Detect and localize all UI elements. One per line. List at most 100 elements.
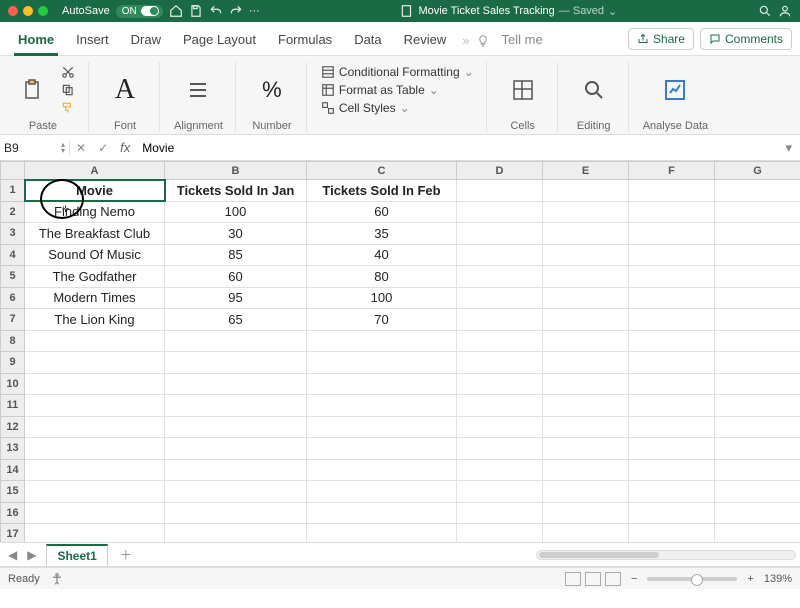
add-sheet-button[interactable]: ＋ <box>114 546 138 563</box>
redo-icon[interactable] <box>229 4 243 18</box>
analyse-data-button[interactable] <box>653 77 697 103</box>
cell[interactable] <box>165 481 307 503</box>
home-icon[interactable] <box>169 4 183 18</box>
alignment-button[interactable] <box>176 77 220 103</box>
cell-C6[interactable]: 100 <box>307 287 457 309</box>
cell[interactable] <box>543 416 629 438</box>
cell[interactable] <box>25 373 165 395</box>
cell-A4[interactable]: Sound Of Music <box>25 244 165 266</box>
cell-B3[interactable]: 30 <box>165 223 307 245</box>
tab-review[interactable]: Review <box>394 26 457 55</box>
cell-C4[interactable]: 40 <box>307 244 457 266</box>
cell-C7[interactable]: 70 <box>307 309 457 331</box>
cell[interactable] <box>543 502 629 524</box>
paste-button[interactable] <box>10 77 54 103</box>
cell-A3[interactable]: The Breakfast Club <box>25 223 165 245</box>
cell[interactable] <box>543 395 629 417</box>
cell[interactable] <box>165 438 307 460</box>
cell[interactable] <box>543 459 629 481</box>
format-painter-icon[interactable] <box>60 101 76 115</box>
cell[interactable] <box>543 438 629 460</box>
cell[interactable] <box>629 395 715 417</box>
tab-page-layout[interactable]: Page Layout <box>173 26 266 55</box>
close-window-icon[interactable] <box>8 6 18 16</box>
cell[interactable] <box>715 481 800 503</box>
name-box-stepper-icon[interactable]: ▴▾ <box>61 142 65 154</box>
row-header[interactable]: 14 <box>1 459 25 481</box>
cell[interactable] <box>715 309 800 331</box>
zoom-slider[interactable] <box>647 577 737 581</box>
minimize-window-icon[interactable] <box>23 6 33 16</box>
cell[interactable] <box>457 287 543 309</box>
cell[interactable] <box>629 524 715 544</box>
cell-C2[interactable]: 60 <box>307 201 457 223</box>
cell-B5[interactable]: 60 <box>165 266 307 288</box>
cell[interactable] <box>715 330 800 352</box>
cell-styles-button[interactable]: Cell Styles⌄ <box>321 101 474 115</box>
cell[interactable] <box>165 395 307 417</box>
cell-C3[interactable]: 35 <box>307 223 457 245</box>
cell[interactable] <box>457 395 543 417</box>
row-header[interactable]: 2 <box>1 201 25 223</box>
cancel-formula-icon[interactable]: ✕ <box>70 141 92 155</box>
cell[interactable] <box>715 459 800 481</box>
col-header-a[interactable]: A <box>25 162 165 180</box>
row-header[interactable]: 17 <box>1 524 25 544</box>
cut-icon[interactable] <box>60 65 76 79</box>
tab-data[interactable]: Data <box>344 26 391 55</box>
cell[interactable] <box>543 330 629 352</box>
cell[interactable] <box>543 223 629 245</box>
editing-button[interactable] <box>572 77 616 103</box>
cell[interactable] <box>307 330 457 352</box>
share-button[interactable]: Share <box>628 28 694 50</box>
cell[interactable] <box>629 266 715 288</box>
cell[interactable] <box>307 395 457 417</box>
cell[interactable] <box>543 201 629 223</box>
cell[interactable] <box>25 502 165 524</box>
cell[interactable] <box>543 244 629 266</box>
formula-input[interactable] <box>136 141 777 155</box>
cell[interactable] <box>165 352 307 374</box>
cell[interactable] <box>457 416 543 438</box>
cell[interactable] <box>457 481 543 503</box>
cell[interactable] <box>629 180 715 202</box>
row-header[interactable]: 15 <box>1 481 25 503</box>
normal-view-icon[interactable] <box>565 572 581 586</box>
save-icon[interactable] <box>189 4 203 18</box>
page-break-view-icon[interactable] <box>605 572 621 586</box>
cell[interactable] <box>457 502 543 524</box>
cell[interactable] <box>629 287 715 309</box>
cell[interactable] <box>457 309 543 331</box>
cell[interactable] <box>629 201 715 223</box>
cell[interactable] <box>25 352 165 374</box>
cell-C5[interactable]: 80 <box>307 266 457 288</box>
row-header[interactable]: 4 <box>1 244 25 266</box>
cell[interactable] <box>457 352 543 374</box>
cell-B2[interactable]: 100 <box>165 201 307 223</box>
select-all-corner[interactable] <box>1 162 25 180</box>
cell[interactable] <box>715 180 800 202</box>
zoom-level[interactable]: 139% <box>764 573 792 585</box>
sheet-tab-sheet1[interactable]: Sheet1 <box>46 544 107 566</box>
cell[interactable] <box>715 373 800 395</box>
cell[interactable] <box>457 223 543 245</box>
cell[interactable] <box>307 352 457 374</box>
cell[interactable] <box>165 459 307 481</box>
zoom-in-button[interactable]: + <box>747 573 753 585</box>
row-header[interactable]: 5 <box>1 266 25 288</box>
col-header-c[interactable]: C <box>307 162 457 180</box>
cell[interactable] <box>25 395 165 417</box>
cell[interactable] <box>543 266 629 288</box>
cell[interactable] <box>715 287 800 309</box>
more-icon[interactable]: ··· <box>249 5 260 17</box>
cell[interactable] <box>629 481 715 503</box>
search-icon[interactable] <box>758 4 772 18</box>
cell[interactable] <box>307 502 457 524</box>
cell[interactable] <box>457 201 543 223</box>
copy-icon[interactable] <box>60 83 76 97</box>
cell[interactable] <box>629 416 715 438</box>
conditional-formatting-button[interactable]: Conditional Formatting⌄ <box>321 65 474 79</box>
tell-me-search[interactable]: Tell me <box>492 26 553 55</box>
cell[interactable] <box>457 438 543 460</box>
cell[interactable] <box>543 524 629 544</box>
